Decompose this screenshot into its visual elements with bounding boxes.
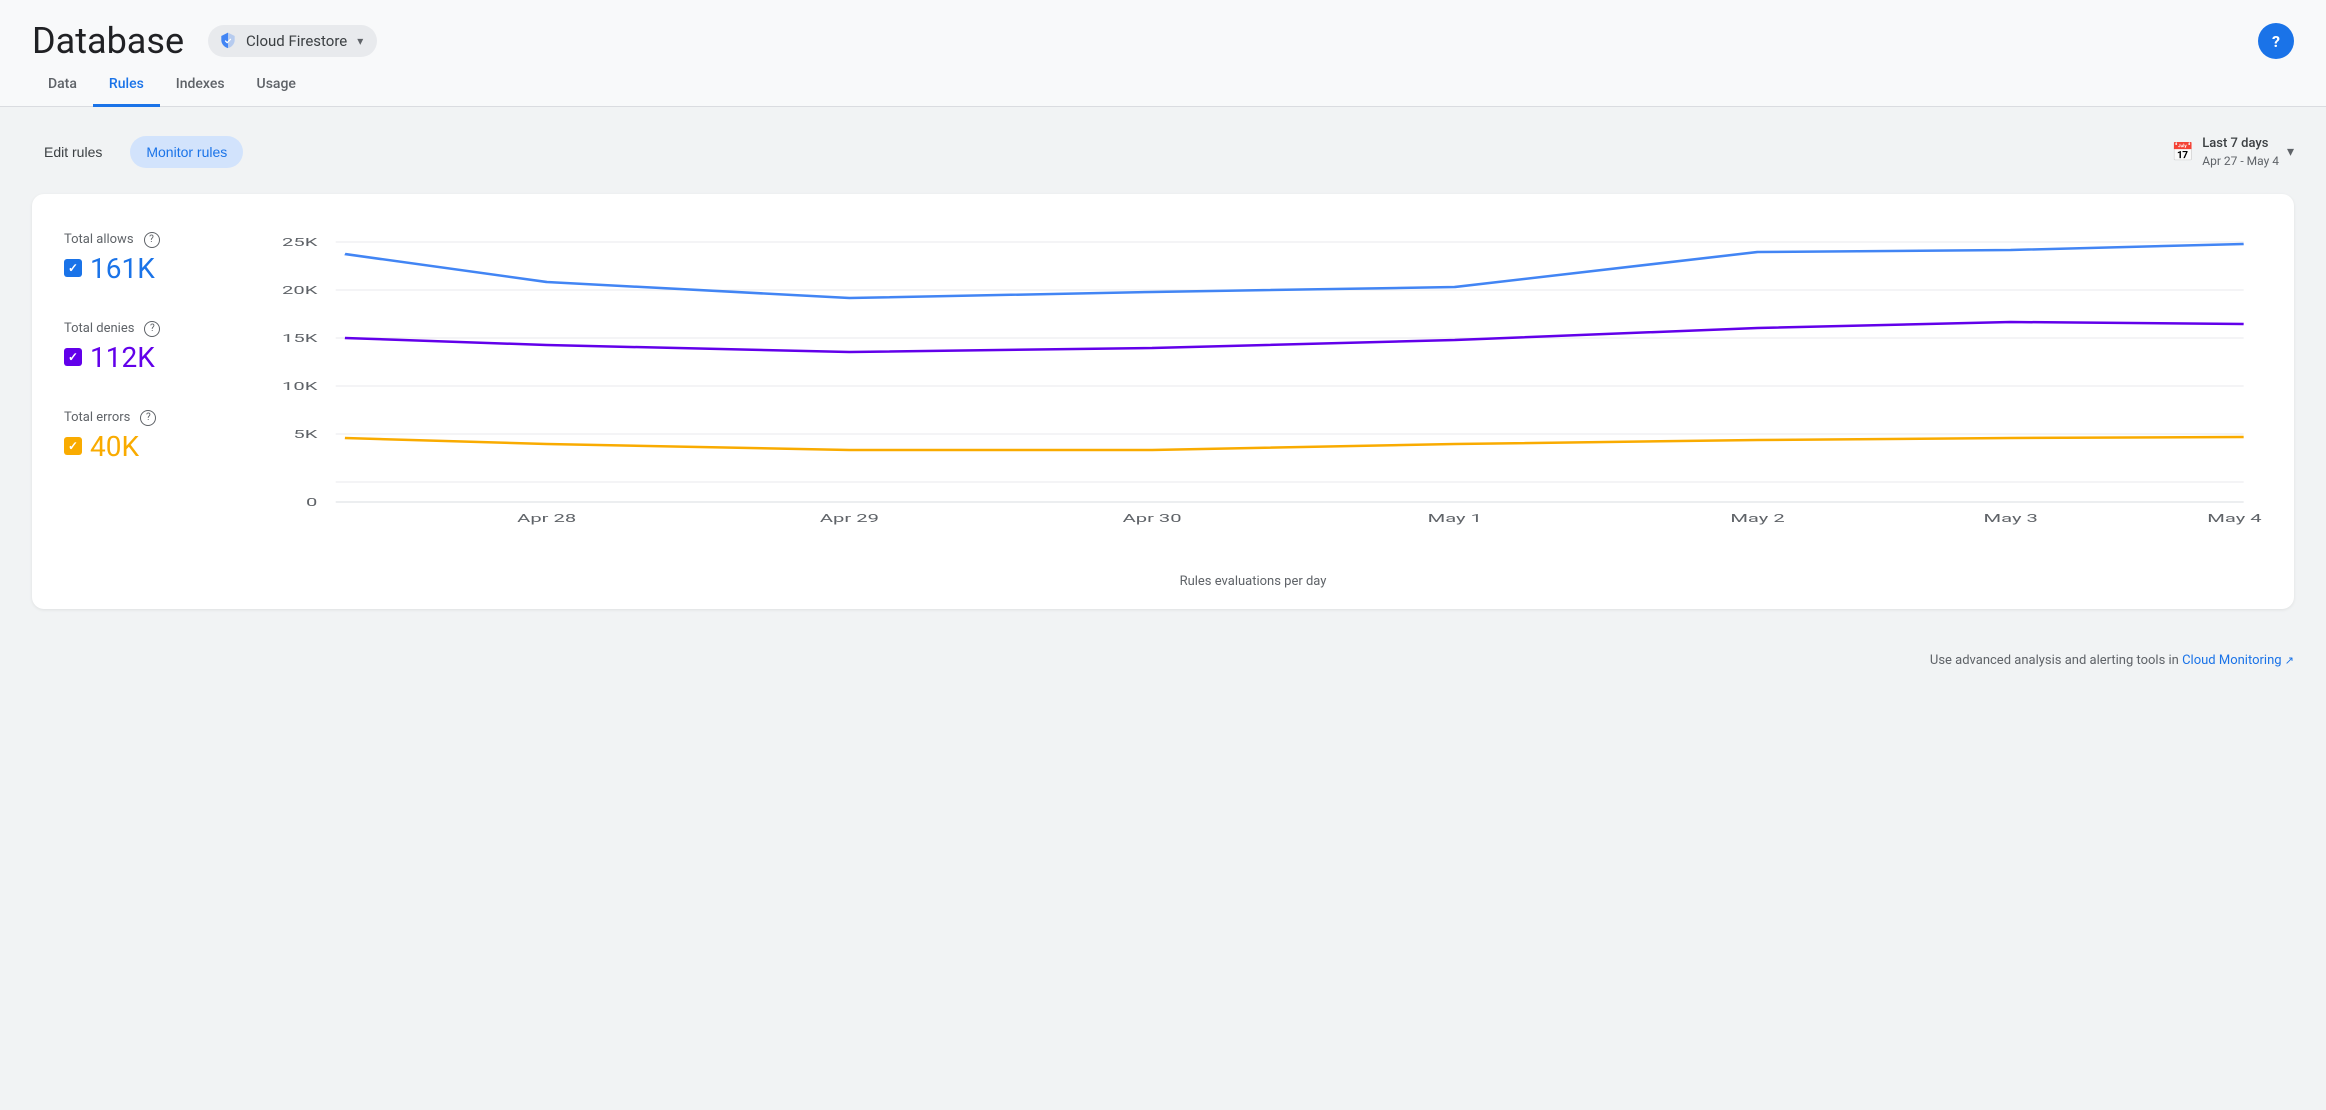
allows-value: 161K	[90, 252, 155, 285]
toolbar: Edit rules Monitor rules 📅 Last 7 days A…	[32, 135, 2294, 170]
chart-x-axis-label: Rules evaluations per day	[244, 574, 2262, 589]
nav-tabs: Data Rules Indexes Usage	[0, 62, 2326, 107]
page: Database Cloud Firestore ▾ ? Data Rules …	[0, 0, 2326, 684]
svg-text:10K: 10K	[282, 380, 318, 393]
calendar-icon: 📅	[2172, 142, 2194, 163]
chart-layout: Total allows ? ✓ 161K Total	[64, 222, 2262, 589]
page-title: Database	[32, 20, 184, 62]
content: Edit rules Monitor rules 📅 Last 7 days A…	[0, 107, 2326, 637]
svg-text:May 1: May 1	[1428, 512, 1482, 525]
svg-text:20K: 20K	[282, 284, 318, 297]
footer-note-text: Use advanced analysis and alerting tools…	[1930, 653, 2179, 668]
footer: Use advanced analysis and alerting tools…	[0, 637, 2326, 684]
date-range-picker[interactable]: 📅 Last 7 days Apr 27 - May 4 ▾	[2172, 135, 2294, 170]
allows-help-icon[interactable]: ?	[144, 232, 160, 248]
tab-indexes[interactable]: Indexes	[160, 62, 241, 107]
chart-card: Total allows ? ✓ 161K Total	[32, 194, 2294, 609]
svg-text:Apr 30: Apr 30	[1123, 512, 1182, 525]
denies-label: Total denies	[64, 321, 134, 336]
product-name: Cloud Firestore	[246, 32, 347, 50]
svg-text:0: 0	[306, 496, 317, 509]
svg-text:5K: 5K	[293, 428, 318, 441]
external-link-icon: ↗	[2285, 654, 2294, 667]
errors-value: 40K	[90, 430, 139, 463]
monitor-rules-button[interactable]: Monitor rules	[130, 136, 243, 168]
svg-text:Apr 28: Apr 28	[517, 512, 576, 525]
date-range-sub: Apr 27 - May 4	[2202, 153, 2279, 170]
denies-help-icon[interactable]: ?	[144, 321, 160, 337]
cloud-monitoring-link[interactable]: Cloud Monitoring ↗	[2182, 653, 2294, 668]
tab-data[interactable]: Data	[32, 62, 93, 107]
tab-rules[interactable]: Rules	[93, 62, 160, 107]
legend-item-denies: Total denies ? ✓ 112K	[64, 321, 244, 374]
denies-checkbox[interactable]: ✓	[64, 348, 82, 366]
help-button[interactable]: ?	[2258, 23, 2294, 59]
denies-value: 112K	[90, 341, 155, 374]
product-badge[interactable]: Cloud Firestore ▾	[208, 25, 377, 57]
chart-area: 25K 20K 15K 10K 5K 0 Apr 28 Apr 29 Apr 3…	[244, 222, 2262, 589]
legend-item-errors: Total errors ? ✓ 40K	[64, 410, 244, 463]
chart-svg: 25K 20K 15K 10K 5K 0 Apr 28 Apr 29 Apr 3…	[244, 222, 2262, 566]
errors-label: Total errors	[64, 410, 130, 425]
svg-text:May 4: May 4	[2207, 512, 2261, 525]
allows-checkbox[interactable]: ✓	[64, 259, 82, 277]
chevron-down-icon: ▾	[357, 34, 363, 48]
allows-label: Total allows	[64, 232, 134, 247]
edit-rules-button[interactable]: Edit rules	[32, 136, 114, 168]
errors-checkbox[interactable]: ✓	[64, 437, 82, 455]
date-range-main: Last 7 days	[2202, 135, 2279, 153]
errors-help-icon[interactable]: ?	[140, 410, 156, 426]
chart-legend: Total allows ? ✓ 161K Total	[64, 222, 244, 589]
header: Database Cloud Firestore ▾ ?	[0, 0, 2326, 62]
legend-item-allows: Total allows ? ✓ 161K	[64, 232, 244, 285]
svg-text:May 2: May 2	[1730, 512, 1784, 525]
svg-text:25K: 25K	[282, 236, 318, 249]
firestore-icon	[218, 31, 238, 51]
svg-text:15K: 15K	[282, 332, 318, 345]
tab-usage[interactable]: Usage	[241, 62, 312, 107]
date-range-chevron-icon: ▾	[2287, 144, 2294, 160]
svg-text:May 3: May 3	[1983, 512, 2037, 525]
svg-text:Apr 29: Apr 29	[820, 512, 879, 525]
